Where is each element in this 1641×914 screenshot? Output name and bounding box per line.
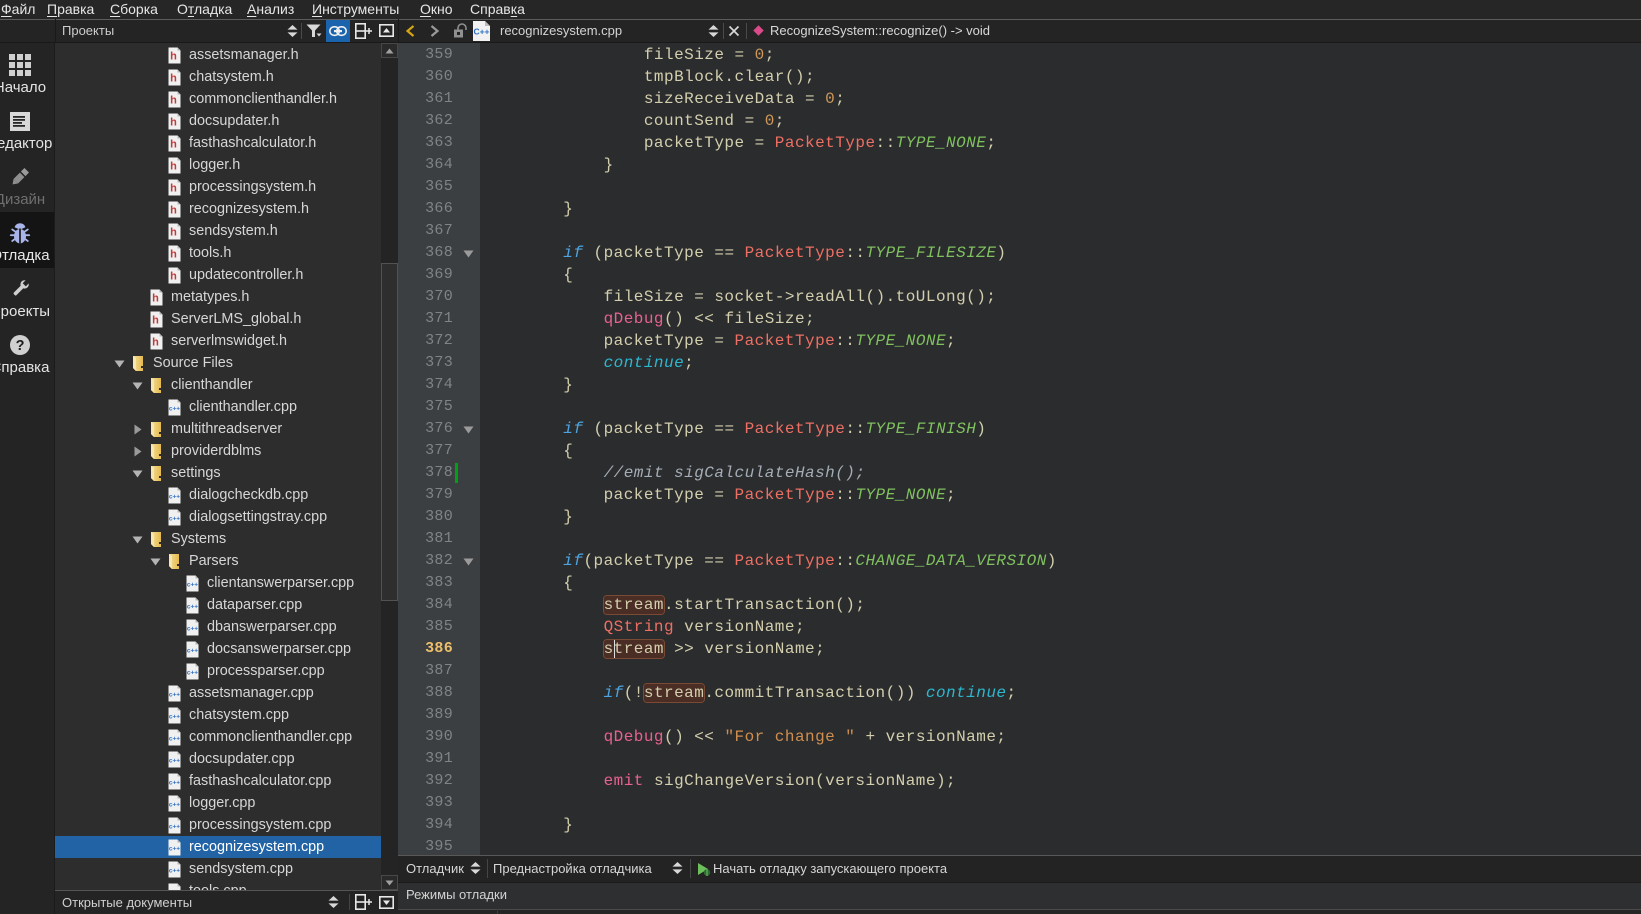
svg-text:h: h (170, 205, 177, 217)
svg-text:h: h (170, 117, 177, 129)
svg-text:c++: c++ (187, 626, 198, 633)
svg-text:h: h (170, 95, 177, 107)
svg-text:c++: c++ (169, 692, 180, 699)
svg-text:h: h (170, 183, 177, 195)
svg-text:c++: c++ (169, 494, 180, 501)
svg-text:c++: c++ (187, 670, 198, 677)
svg-text:c++: c++ (169, 846, 180, 853)
svg-text:C++: C++ (473, 27, 489, 37)
svg-text:c++: c++ (169, 802, 180, 809)
svg-text:c++: c++ (169, 516, 180, 523)
svg-text:h: h (170, 227, 177, 239)
svg-text:c++: c++ (187, 582, 198, 589)
svg-text:c++: c++ (187, 648, 198, 655)
svg-text:c++: c++ (169, 780, 180, 787)
svg-text:h: h (170, 249, 177, 261)
svg-text:c++: c++ (169, 736, 180, 743)
svg-text:c++: c++ (169, 890, 180, 891)
svg-text:h: h (170, 271, 177, 283)
svg-text:h: h (170, 139, 177, 151)
svg-text:?: ? (16, 338, 25, 354)
svg-text:h: h (152, 337, 159, 349)
svg-text:h: h (170, 161, 177, 173)
svg-text:h: h (170, 73, 177, 85)
svg-text:c++: c++ (187, 604, 198, 611)
svg-text:c++: c++ (169, 824, 180, 831)
svg-text:c++: c++ (169, 758, 180, 765)
svg-text:h: h (170, 51, 177, 63)
svg-text:c++: c++ (169, 406, 180, 413)
svg-text:h: h (152, 293, 159, 305)
svg-text:h: h (152, 315, 159, 327)
svg-text:c++: c++ (169, 868, 180, 875)
svg-text:c++: c++ (169, 714, 180, 721)
